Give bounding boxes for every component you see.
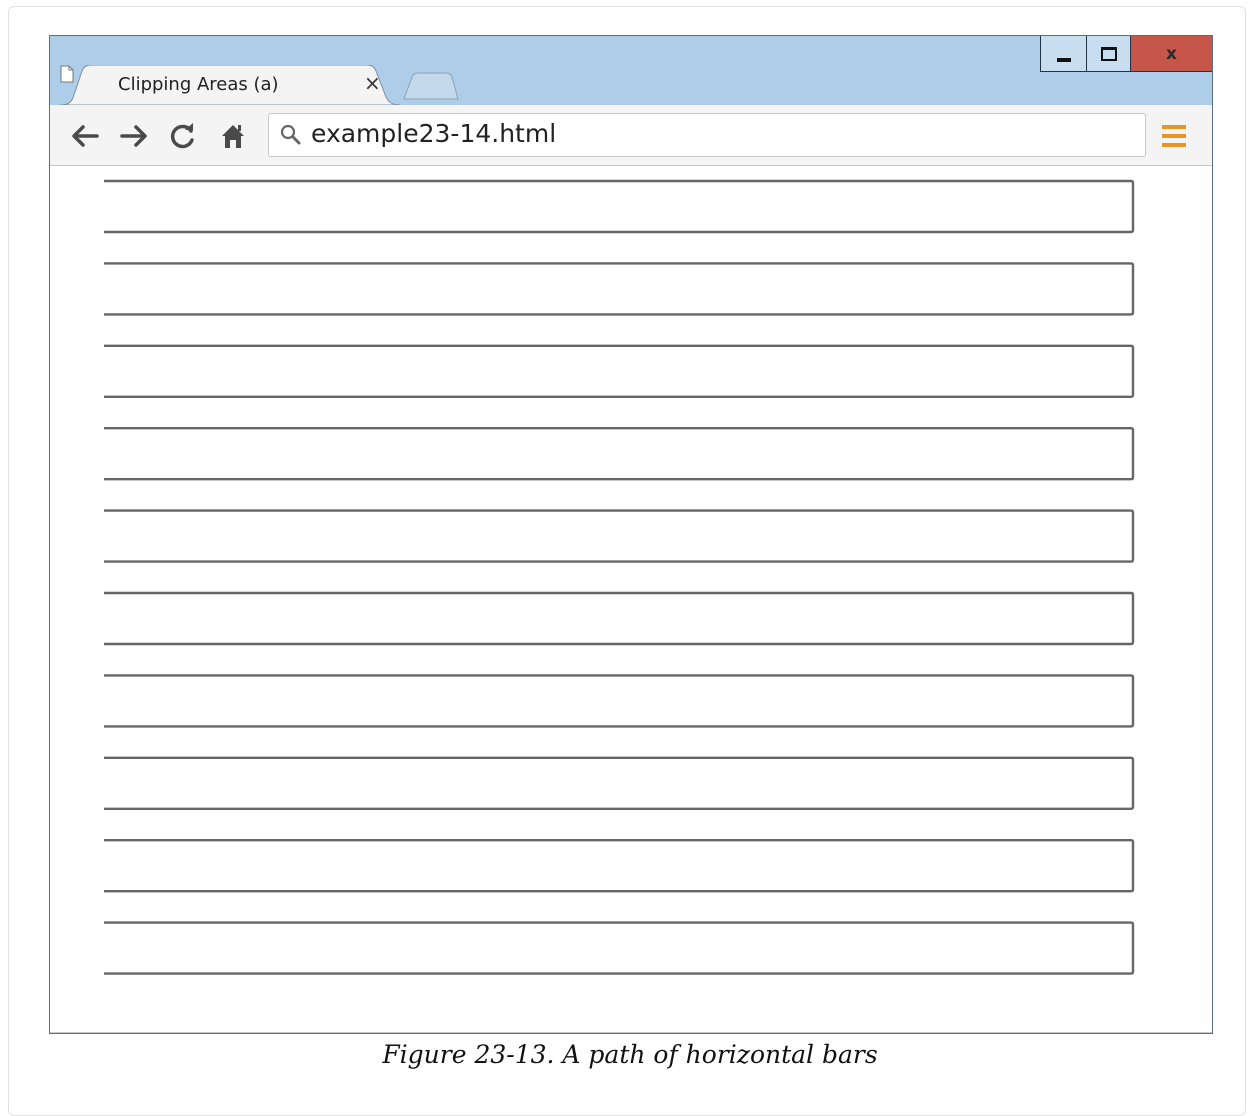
browser-window: Clipping Areas (a) × x example23-14.html [49, 35, 1213, 1034]
reload-button[interactable] [166, 120, 200, 152]
horizontal-bar [104, 839, 1135, 893]
toolbar: example23-14.html [50, 105, 1212, 166]
horizontal-bar [104, 756, 1135, 810]
close-icon: x [1166, 43, 1177, 64]
maximize-icon [1100, 46, 1117, 61]
page-icon [60, 65, 74, 83]
home-button[interactable] [216, 120, 250, 152]
horizontal-bar [104, 591, 1135, 646]
tab-active[interactable]: Clipping Areas (a) × [60, 65, 400, 105]
new-tab-button[interactable] [402, 72, 462, 100]
menu-button[interactable] [1160, 123, 1188, 149]
horizontal-bar [104, 674, 1135, 728]
horizontal-bar [104, 509, 1135, 563]
minimize-icon [1056, 57, 1071, 62]
tab-close-icon[interactable]: × [364, 71, 381, 95]
figure-caption: Figure 23-13. A path of horizontal bars [382, 1040, 878, 1069]
menu-icon [1162, 125, 1186, 147]
back-arrow-icon [72, 125, 99, 147]
window-controls: x [1040, 36, 1212, 72]
tab-title: Clipping Areas (a) [118, 74, 279, 95]
new-tab-icon [403, 72, 459, 100]
horizontal-bar [104, 427, 1135, 481]
page-content [50, 166, 1212, 1033]
horizontal-bar [104, 262, 1135, 316]
maximize-button[interactable] [1086, 36, 1130, 72]
back-button[interactable] [68, 120, 102, 152]
title-bar: Clipping Areas (a) × x [50, 36, 1212, 105]
forward-button[interactable] [117, 120, 151, 152]
horizontal-bar [104, 179, 1135, 234]
horizontal-bar [104, 344, 1135, 398]
canvas-area [52, 166, 1210, 1030]
bars-canvas [104, 179, 1135, 975]
search-icon [280, 124, 301, 145]
close-button[interactable]: x [1130, 36, 1212, 72]
address-bar[interactable]: example23-14.html [268, 113, 1146, 157]
reload-icon [170, 123, 194, 149]
home-icon [222, 125, 244, 148]
url-text[interactable]: example23-14.html [311, 119, 556, 148]
minimize-button[interactable] [1040, 36, 1086, 72]
forward-arrow-icon [120, 125, 147, 147]
horizontal-bar [104, 921, 1135, 975]
